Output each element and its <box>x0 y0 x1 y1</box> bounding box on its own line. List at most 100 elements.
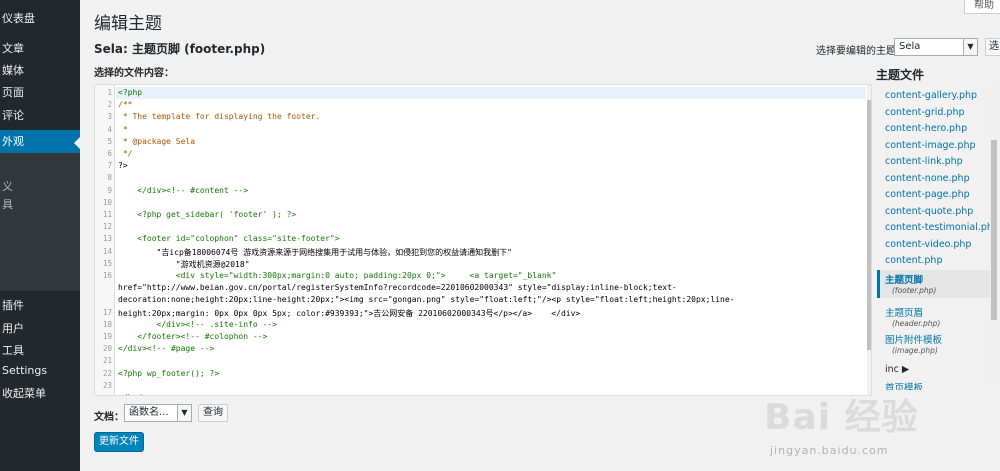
select-theme-button[interactable]: 选 <box>985 38 1000 56</box>
code-line: </div><!-- .site-info --> <box>118 319 277 329</box>
code-line: decoration:none;height:20px;line-height:… <box>118 295 735 305</box>
line-number-gutter: 1 2 3 4 5 6 7 8 9 10 11 12 13 14 15 16 17 18 19 20 21 22 23 <box>95 85 115 395</box>
baidu-watermark: Bai 经验 jingyan.baidu.com <box>760 380 1000 470</box>
admin-sidebar: 仪表盘 文章 媒体 页面 评论 外观 义 具 插件 用户 工具 Settings… <box>0 0 80 471</box>
line-number: 13 <box>102 234 112 244</box>
content-label: 选择的文件内容： <box>94 68 174 79</box>
watermark-brand: Bai 经验 <box>764 397 919 438</box>
chevron-down-icon: ▼ <box>963 39 977 55</box>
appearance-submenu: 义 具 <box>0 153 80 291</box>
theme-file-link[interactable]: content-gallery.php <box>885 90 977 101</box>
menu-collapse[interactable]: 收起菜单 <box>0 385 80 401</box>
code-line: <?php <box>118 88 143 97</box>
line-number: 17 <box>102 307 112 317</box>
menu-comments[interactable]: 评论 <box>0 107 80 123</box>
code-line: <div style="width:300px;margin:0 auto; p… <box>118 271 557 280</box>
theme-file-link[interactable]: content-link.php <box>885 156 963 167</box>
line-number: 10 <box>102 197 112 207</box>
line-number: 4 <box>107 124 112 134</box>
line-number: 7 <box>107 161 112 171</box>
theme-files-list: content-gallery.php content-grid.php conte… <box>877 84 990 390</box>
line-number: 23 <box>102 380 112 390</box>
code-line: <?php wp_footer(); ?> <box>118 368 220 378</box>
current-file-bar <box>877 270 880 298</box>
page-title: 编辑主题 <box>94 14 162 34</box>
code-line: href="http://www.beian.gov.cn/portal/reg… <box>118 283 677 293</box>
theme-select[interactable]: Sela ▼ <box>894 38 978 56</box>
menu-media[interactable]: 媒体 <box>0 62 80 78</box>
file-heading: Sela: 主题页脚 (footer.php) <box>94 42 266 56</box>
menu-plugins[interactable]: 插件 <box>0 297 80 313</box>
submenu-customize[interactable]: 义 <box>0 178 80 194</box>
menu-dashboard[interactable]: 仪表盘 <box>0 10 80 26</box>
menu-settings[interactable]: Settings <box>0 364 80 377</box>
code-editor[interactable]: 1 2 3 4 5 6 7 8 9 10 11 12 13 14 15 16 17 18 19 20 21 22 23 <?… <box>94 84 872 396</box>
code-line: "吉icp备18006074号 游戏资源来源于网络搜集用于试用与体验，如侵犯到您… <box>118 247 512 257</box>
line-number: 2 <box>107 100 112 110</box>
theme-file-link[interactable]: 图片附件模板 <box>885 332 942 346</box>
menu-tools[interactable]: 工具 <box>0 342 80 358</box>
line-number: 1 <box>107 88 112 97</box>
line-number: 19 <box>102 332 112 341</box>
line-number: 5 <box>107 136 112 146</box>
menu-pages[interactable]: 页面 <box>0 84 80 100</box>
theme-file-filename: (header.php) <box>892 319 941 328</box>
code-line: * <box>118 124 128 134</box>
theme-files-title: 主题文件 <box>876 68 925 82</box>
code-line: </div><!-- #content --> <box>118 185 249 195</box>
current-file-link[interactable]: 主题页脚 <box>885 272 923 286</box>
menu-appearance-label: 外观 <box>2 135 24 148</box>
menu-users[interactable]: 用户 <box>0 320 80 336</box>
code-line: height:20px;margin: 0px 0px 0px 5px; col… <box>118 308 581 318</box>
menu-posts[interactable]: 文章 <box>0 40 80 56</box>
help-tab[interactable]: 帮助 <box>964 0 1000 14</box>
code-line: </footer><!-- #colophon --> <box>118 332 268 341</box>
theme-file-link[interactable]: content-none.php <box>885 173 970 184</box>
code-line: <?php get_sidebar( 'footer' ); ?> <box>118 210 297 219</box>
doc-select-value: 函数名... <box>129 407 169 418</box>
code-line: <footer id="colophon" class="site-footer… <box>118 234 340 244</box>
code-line: </div><!-- #page --> <box>118 344 215 354</box>
line-number: 12 <box>102 222 112 232</box>
code-line: * @package Sela <box>118 136 196 146</box>
theme-file-link[interactable]: content-hero.php <box>885 123 967 134</box>
doc-label: 文档： <box>94 412 124 423</box>
code-line: ?> <box>118 161 128 171</box>
lookup-button[interactable]: 查询 <box>198 404 228 422</box>
theme-file-link[interactable]: content-quote.php <box>885 206 973 217</box>
theme-select-value: Sela <box>899 41 921 52</box>
current-file-filename: (footer.php) <box>892 286 937 295</box>
active-arrow-icon <box>74 137 80 149</box>
code-line: * The template for displaying the footer… <box>118 112 321 122</box>
theme-file-link[interactable]: content-page.php <box>885 189 970 200</box>
theme-file-link[interactable]: content-video.php <box>885 239 971 250</box>
theme-file-link[interactable]: 主题页眉 <box>885 305 923 319</box>
theme-file-link[interactable]: content-testimonial.php <box>885 222 990 233</box>
line-number: 18 <box>102 319 112 329</box>
line-number: 22 <box>102 368 112 378</box>
files-scroll-thumb[interactable] <box>991 140 997 320</box>
doc-function-select[interactable]: 函数名... ▼ <box>124 404 192 422</box>
code-line: "游戏机资源@2018" <box>118 259 250 269</box>
line-number: 8 <box>107 173 112 183</box>
chevron-down-icon: ▼ <box>177 405 191 421</box>
editor-scroll-thumb[interactable] <box>867 100 871 350</box>
line-number: 16 <box>102 271 112 280</box>
line-number: 15 <box>102 258 112 268</box>
line-number: 9 <box>107 185 112 195</box>
theme-select-label: 选择要编辑的主题： <box>816 46 906 57</box>
menu-appearance[interactable]: 外观 <box>0 130 80 154</box>
submenu-tools[interactable]: 具 <box>0 196 80 212</box>
inc-folder[interactable]: inc ▶ <box>885 364 909 375</box>
theme-file-link[interactable]: content.php <box>885 255 942 266</box>
theme-file-link[interactable]: content-grid.php <box>885 107 965 118</box>
line-number: 14 <box>102 246 112 256</box>
line-number: 21 <box>102 356 112 366</box>
code-line: /** <box>118 100 133 110</box>
theme-file-filename: (image.php) <box>892 346 938 355</box>
line-number: 6 <box>107 149 112 158</box>
line-number: 20 <box>102 344 112 354</box>
theme-file-link[interactable]: content-image.php <box>885 140 976 151</box>
line-number: 3 <box>107 112 112 122</box>
update-file-button[interactable]: 更新文件 <box>94 432 144 452</box>
